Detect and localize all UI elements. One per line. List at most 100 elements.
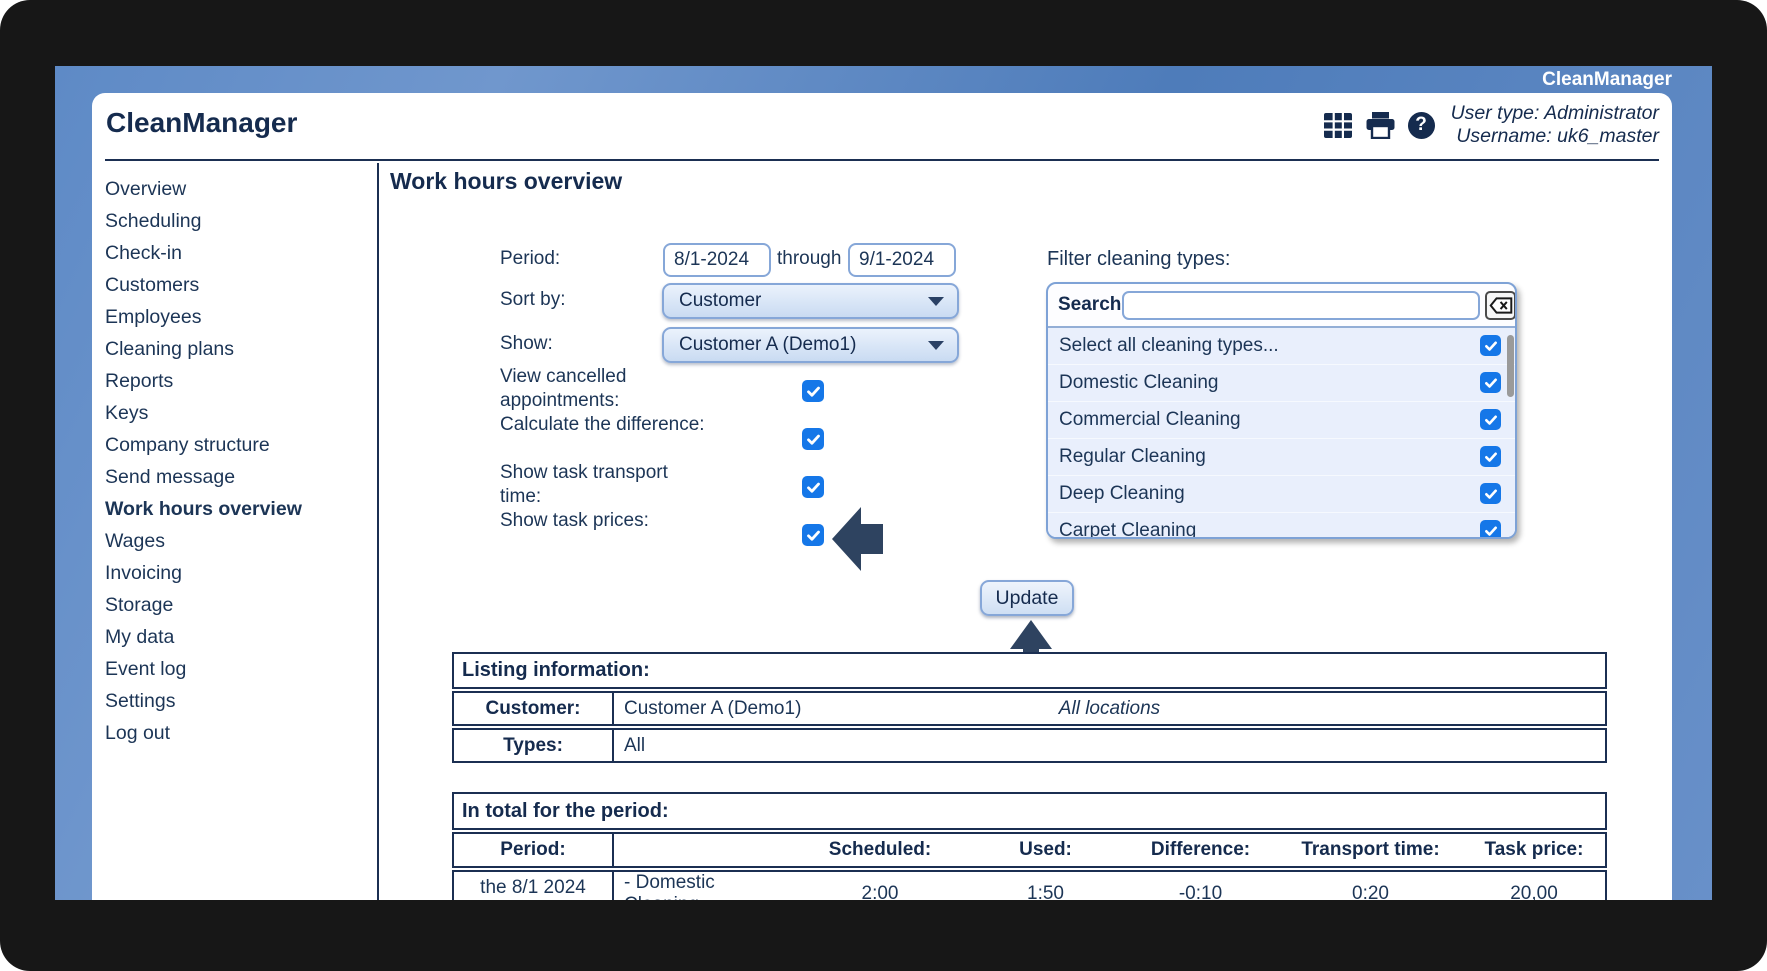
checkbox-checked[interactable] xyxy=(802,524,824,546)
sidebar-item[interactable]: Scheduling xyxy=(92,205,377,237)
checkbox-checked[interactable] xyxy=(1480,520,1501,537)
cleaning-type-label: Deep Cleaning xyxy=(1059,483,1185,504)
cleaning-type-row[interactable]: Domestic Cleaning xyxy=(1048,365,1515,402)
screenshot-root: CleanManager CleanManager ? User type: A… xyxy=(0,0,1767,971)
sidebar-item[interactable]: Event log xyxy=(92,653,377,685)
sidebar-item[interactable]: Wages xyxy=(92,525,377,557)
update-button[interactable]: Update xyxy=(980,580,1074,616)
checkbox-checked[interactable] xyxy=(1480,409,1501,430)
window-title: CleanManager xyxy=(1542,69,1672,90)
row-label: Customer: xyxy=(454,693,614,724)
sidebar-item[interactable]: Work hours overview xyxy=(92,493,377,525)
option-label: Show task prices: xyxy=(500,510,649,531)
cleaning-type-label: Carpet Cleaning xyxy=(1059,520,1197,539)
cleaning-type-row[interactable]: Regular Cleaning xyxy=(1048,439,1515,476)
filter-search-row: Search: xyxy=(1048,284,1515,328)
sidebar-item[interactable]: Settings xyxy=(92,685,377,717)
sidebar-item[interactable]: Customers xyxy=(92,269,377,301)
column-header-transport: Transport time: xyxy=(1301,839,1440,860)
checkbox-checked[interactable] xyxy=(1480,446,1501,467)
table-row: Customer: Customer A (Demo1) All locatio… xyxy=(452,691,1607,726)
checkbox-checked[interactable] xyxy=(1480,335,1501,356)
totals-table: In total for the period: Period: Schedul… xyxy=(452,792,1607,900)
sidebar-item[interactable]: Invoicing xyxy=(92,557,377,589)
page-header: CleanManager ? User type: Administrator … xyxy=(105,93,1659,161)
cell-difference: -0:10 xyxy=(1178,883,1223,900)
row-content: Customer A (Demo1) All locations xyxy=(614,693,1605,724)
cleaning-type-row[interactable]: Deep Cleaning xyxy=(1048,476,1515,513)
listing-rows: Customer: Customer A (Demo1) All locatio… xyxy=(452,691,1607,763)
cleaning-type-row[interactable]: Select all cleaning types... xyxy=(1048,328,1515,365)
cell-used: 1:50 xyxy=(1027,883,1064,900)
sidebar-item[interactable]: Company structure xyxy=(92,429,377,461)
sidebar-item-label: Employees xyxy=(105,306,202,328)
search-label: Search: xyxy=(1058,294,1128,315)
totals-header-cells: Scheduled: Used: Difference: Transport t… xyxy=(614,834,1605,866)
sidebar-item[interactable]: Send message xyxy=(92,461,377,493)
page: CleanManager ? User type: Administrator … xyxy=(92,93,1672,900)
cleaning-type-row[interactable]: Carpet Cleaning xyxy=(1048,513,1515,539)
checkbox-checked[interactable] xyxy=(802,428,824,450)
cleaning-type-label: Select all cleaning types... xyxy=(1059,335,1279,356)
checkbox-checked[interactable] xyxy=(1480,483,1501,504)
sidebar-item-label: Overview xyxy=(105,178,187,200)
cell-price: 20,00 xyxy=(1510,883,1558,900)
sidebar-item[interactable]: My data xyxy=(92,621,377,653)
cell-task: - Domestic Cleaning xyxy=(624,872,715,900)
header-icons: ? xyxy=(1323,111,1435,139)
totals-rows: the 8/1 2024 - Domestic Cleaning 2:00 1:… xyxy=(452,870,1607,900)
scrollbar-thumb[interactable] xyxy=(1507,335,1514,397)
column-header-period: Period: xyxy=(454,834,614,866)
sidebar-item[interactable]: Check-in xyxy=(92,237,377,269)
column-header-scheduled: Scheduled: xyxy=(828,839,932,860)
cleaning-type-row[interactable]: Commercial Cleaning xyxy=(1048,402,1515,439)
option-label: View cancelled appointments: xyxy=(500,366,627,411)
sidebar-item[interactable]: Employees xyxy=(92,301,377,333)
sidebar-item-label: Customers xyxy=(105,274,200,296)
cleaning-type-list: Select all cleaning types... Domestic Cl… xyxy=(1048,328,1515,537)
checkbox-checked[interactable] xyxy=(802,380,824,402)
browser-window: CleanManager CleanManager ? User type: A… xyxy=(55,66,1712,900)
sort-by-value: Customer xyxy=(679,290,762,311)
cleaning-type-label: Commercial Cleaning xyxy=(1059,409,1241,430)
table-icon[interactable] xyxy=(1323,112,1353,139)
sidebar-item[interactable]: Cleaning plans xyxy=(92,333,377,365)
help-icon[interactable]: ? xyxy=(1407,111,1435,139)
totals-table-title: In total for the period: xyxy=(452,792,1607,830)
cleaning-type-label: Domestic Cleaning xyxy=(1059,372,1219,393)
column-header-price: Task price: xyxy=(1484,839,1584,860)
sidebar-item[interactable]: Keys xyxy=(92,397,377,429)
sidebar-item-label: Scheduling xyxy=(105,210,202,232)
clear-search-button[interactable] xyxy=(1485,291,1515,320)
header-right: ? User type: Administrator Username: uk6… xyxy=(1323,102,1659,148)
sort-by-select[interactable]: Customer xyxy=(662,283,959,319)
period-from-input[interactable] xyxy=(663,243,771,277)
print-icon[interactable] xyxy=(1366,111,1395,139)
checkbox-checked[interactable] xyxy=(802,476,824,498)
period-to-input[interactable] xyxy=(848,243,956,277)
show-select[interactable]: Customer A (Demo1) xyxy=(662,327,959,363)
sidebar-item-label: Storage xyxy=(105,594,174,616)
option-label: Calculate the difference: xyxy=(500,414,705,435)
sidebar-item[interactable]: Overview xyxy=(92,173,377,205)
sidebar-item-label: Log out xyxy=(105,722,171,744)
sidebar-item[interactable]: Log out xyxy=(92,717,377,749)
page-title: Work hours overview xyxy=(390,168,623,194)
sidebar-item-label: Event log xyxy=(105,658,187,680)
totals-header-row: Period: Scheduled: Used: Difference: Tra… xyxy=(452,832,1607,868)
cell-transport: 0:20 xyxy=(1352,883,1389,900)
sidebar-item-label: Check-in xyxy=(105,242,182,264)
show-label: Show: xyxy=(500,333,553,354)
column-header-difference: Difference: xyxy=(1150,839,1251,860)
table-row: the 8/1 2024 - Domestic Cleaning 2:00 1:… xyxy=(452,870,1607,900)
sidebar-item[interactable]: Storage xyxy=(92,589,377,621)
cell-period: the 8/1 2024 xyxy=(454,872,614,900)
sidebar-item[interactable]: Reports xyxy=(92,365,377,397)
pointer-arrow-up-icon xyxy=(1010,620,1052,649)
search-input[interactable] xyxy=(1122,291,1480,320)
chevron-down-icon xyxy=(928,296,944,306)
sidebar-item-label: Company structure xyxy=(105,434,270,456)
sidebar: Overview Scheduling Check-in Customers E… xyxy=(92,163,379,900)
user-info: User type: Administrator Username: uk6_m… xyxy=(1451,102,1659,148)
checkbox-checked[interactable] xyxy=(1480,372,1501,393)
